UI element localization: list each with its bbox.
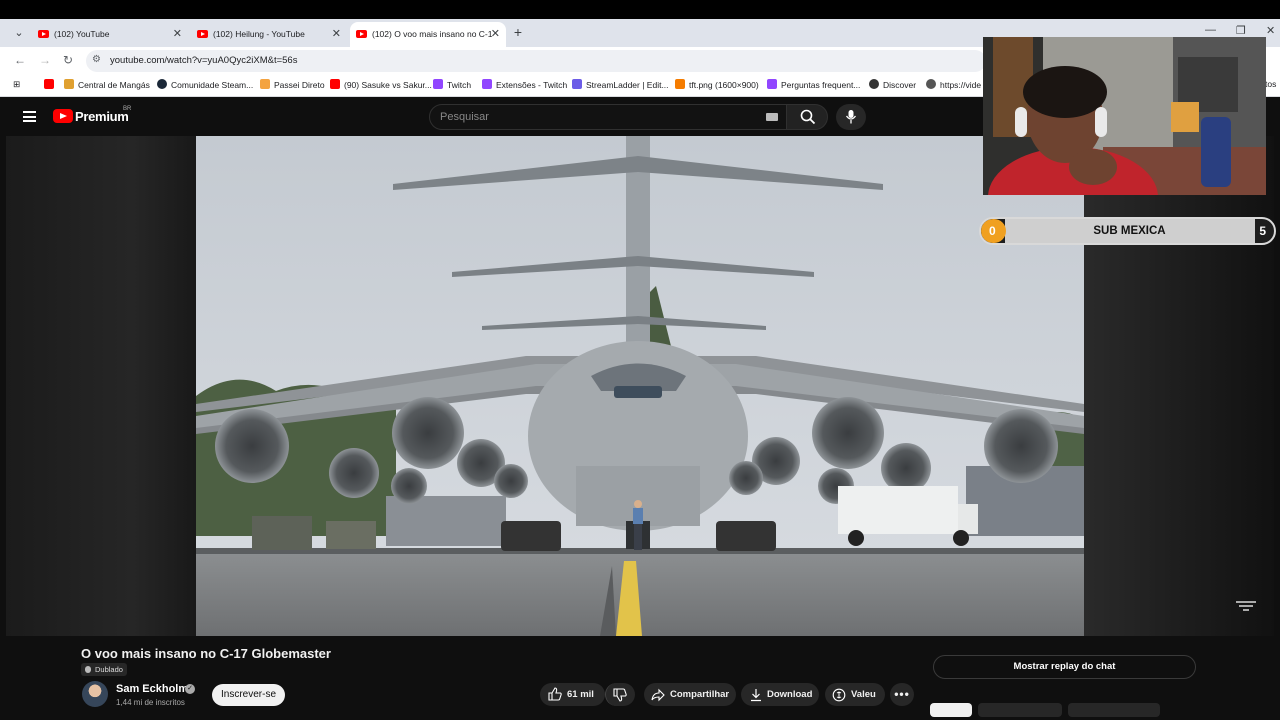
dislike-button[interactable] xyxy=(605,683,635,706)
reload-icon[interactable]: ↻ xyxy=(63,53,73,67)
bookmark-item[interactable]: Twitch xyxy=(433,79,471,90)
thanks-button[interactable]: Valeu xyxy=(825,683,885,706)
screen: ⌄ (102) YouTube ✕ (102) Heilung - YouTub… xyxy=(0,0,1280,720)
close-tab-icon[interactable]: ✕ xyxy=(173,22,182,47)
subscriber-count: 1,44 mi de inscritos xyxy=(116,698,185,707)
sub-goal-bar: 0 SUB MEXICA 5 xyxy=(979,217,1276,245)
new-tab-icon[interactable]: + xyxy=(510,24,526,40)
avatar[interactable] xyxy=(82,681,108,707)
streamer-webcam-image xyxy=(983,37,1266,195)
bookmark-label: tos xyxy=(1265,79,1277,89)
share-button[interactable]: Compartilhar xyxy=(644,683,736,706)
download-label: Download xyxy=(767,689,813,700)
like-icon xyxy=(548,687,562,701)
chip-category[interactable] xyxy=(1068,703,1160,717)
omnibox[interactable]: ⚙ youtube.com/watch?v=yuA0Qyc2iXM&t=56s xyxy=(86,50,986,72)
verified-icon: ✓ xyxy=(185,684,195,694)
region-code: BR xyxy=(123,106,132,112)
bookmark-item[interactable]: (90) Sasuke vs Sakur... xyxy=(330,79,432,90)
thanks-label: Valeu xyxy=(851,689,876,700)
bookmark-label: Extensões - Twitch xyxy=(496,80,568,90)
webcam-overlay xyxy=(983,37,1266,195)
chip-all[interactable] xyxy=(930,703,972,717)
dislike-icon xyxy=(613,688,627,702)
bookmark-item[interactable]: StreamLadder | Edit... xyxy=(572,79,669,90)
download-button[interactable]: Download xyxy=(741,683,819,706)
tab-search-icon[interactable]: ⌄ xyxy=(10,24,28,42)
restore-icon[interactable]: ❐ xyxy=(1236,24,1246,37)
channel-name[interactable]: Sam Eckholm xyxy=(116,683,188,695)
tab-label: (102) Heilung - YouTube xyxy=(213,29,305,39)
tab-heilung[interactable]: (102) Heilung - YouTube ✕ xyxy=(191,22,347,47)
top-black-bar xyxy=(0,0,1280,19)
tab-label: (102) YouTube xyxy=(54,29,110,39)
bookmark-item[interactable]: Discover xyxy=(869,79,916,90)
menu-icon[interactable] xyxy=(23,111,36,122)
more-icon: ••• xyxy=(894,687,910,701)
chip-category[interactable] xyxy=(978,703,1062,717)
bookmark-item[interactable]: Central de Mangás xyxy=(64,79,150,90)
bookmark-youtube-icon[interactable] xyxy=(44,79,58,90)
mic-icon xyxy=(845,110,857,124)
site-info-icon[interactable]: ⚙ xyxy=(92,54,101,65)
bookmark-item[interactable]: Comunidade Steam... xyxy=(157,79,253,90)
youtube-favicon-icon xyxy=(197,30,208,38)
search-input[interactable]: Pesquisar xyxy=(429,104,787,130)
share-icon xyxy=(651,688,665,702)
url-text: youtube.com/watch?v=yuA0Qyc2iXM&t=56s xyxy=(110,55,298,66)
bookmark-label: Central de Mangás xyxy=(78,80,150,90)
bookmark-label: Twitch xyxy=(447,80,472,90)
minimize-icon[interactable]: — xyxy=(1205,24,1216,36)
share-label: Compartilhar xyxy=(670,689,730,700)
youtube-favicon-icon xyxy=(356,30,367,38)
thanks-icon xyxy=(832,688,846,702)
bookmark-label: Discover xyxy=(883,80,917,90)
bookmark-item[interactable]: Extensões - Twitch xyxy=(482,79,567,90)
close-tab-icon[interactable]: ✕ xyxy=(332,22,341,47)
bookmark-item[interactable]: Passei Direto xyxy=(260,79,325,90)
bookmark-label: (90) Sasuke vs Sakur... xyxy=(344,80,432,90)
tab-youtube-home[interactable]: (102) YouTube ✕ xyxy=(32,22,188,47)
youtube-logo-icon[interactable] xyxy=(53,109,73,123)
close-tab-icon[interactable]: ✕ xyxy=(491,22,500,47)
dubbed-badge: Dublado xyxy=(81,663,127,676)
bookmark-label: Comunidade Steam... xyxy=(171,80,254,90)
tab-current-video[interactable]: (102) O voo mais insano no C-1 ✕ xyxy=(350,22,506,47)
close-window-icon[interactable]: ✕ xyxy=(1266,24,1275,37)
bookmark-item[interactable]: tos xyxy=(1265,79,1276,89)
bookmark-label: StreamLadder | Edit... xyxy=(586,80,669,90)
like-button[interactable]: 61 mil xyxy=(540,683,605,706)
bookmark-item[interactable]: tft.png (1600×900) xyxy=(675,79,759,90)
player-ambient-right xyxy=(1084,136,1274,636)
youtube-brand[interactable]: Premium xyxy=(75,109,129,124)
voice-search-button[interactable] xyxy=(836,104,866,130)
bookmark-label: Passei Direto xyxy=(274,80,325,90)
bookmark-label: https://vide xyxy=(940,80,982,90)
bookmark-item[interactable]: https://vide xyxy=(926,79,981,90)
sub-goal-label: SUB MEXICA xyxy=(1093,225,1166,237)
forward-icon[interactable]: → xyxy=(39,53,51,67)
download-icon xyxy=(751,689,761,702)
subscribe-button[interactable]: Inscrever-se xyxy=(212,684,285,706)
bookmark-label: Perguntas frequent... xyxy=(781,80,861,90)
tab-label: (102) O voo mais insano no C-1 xyxy=(372,29,493,39)
more-actions-button[interactable]: ••• xyxy=(890,683,914,706)
keyboard-icon[interactable] xyxy=(766,113,778,121)
sub-goal-target: 5 xyxy=(1259,224,1266,238)
video-title: O voo mais insano no C-17 Globemaster xyxy=(81,646,331,661)
bookmark-label: tft.png (1600×900) xyxy=(689,80,759,90)
search-placeholder: Pesquisar xyxy=(440,111,489,123)
search-button[interactable] xyxy=(786,104,828,130)
youtube-favicon-icon xyxy=(38,30,49,38)
show-chat-replay-button[interactable]: Mostrar replay do chat xyxy=(933,655,1196,679)
video-frame[interactable] xyxy=(196,136,1084,636)
back-icon[interactable]: ← xyxy=(14,53,26,67)
ambient-mode-icon[interactable] xyxy=(1234,600,1258,612)
bookmark-item[interactable]: Perguntas frequent... xyxy=(767,79,860,90)
search-icon xyxy=(800,109,816,125)
like-count: 61 mil xyxy=(567,689,594,700)
airplane-scene-image xyxy=(196,136,1084,636)
apps-grid-icon[interactable]: ⊞ xyxy=(13,79,20,90)
